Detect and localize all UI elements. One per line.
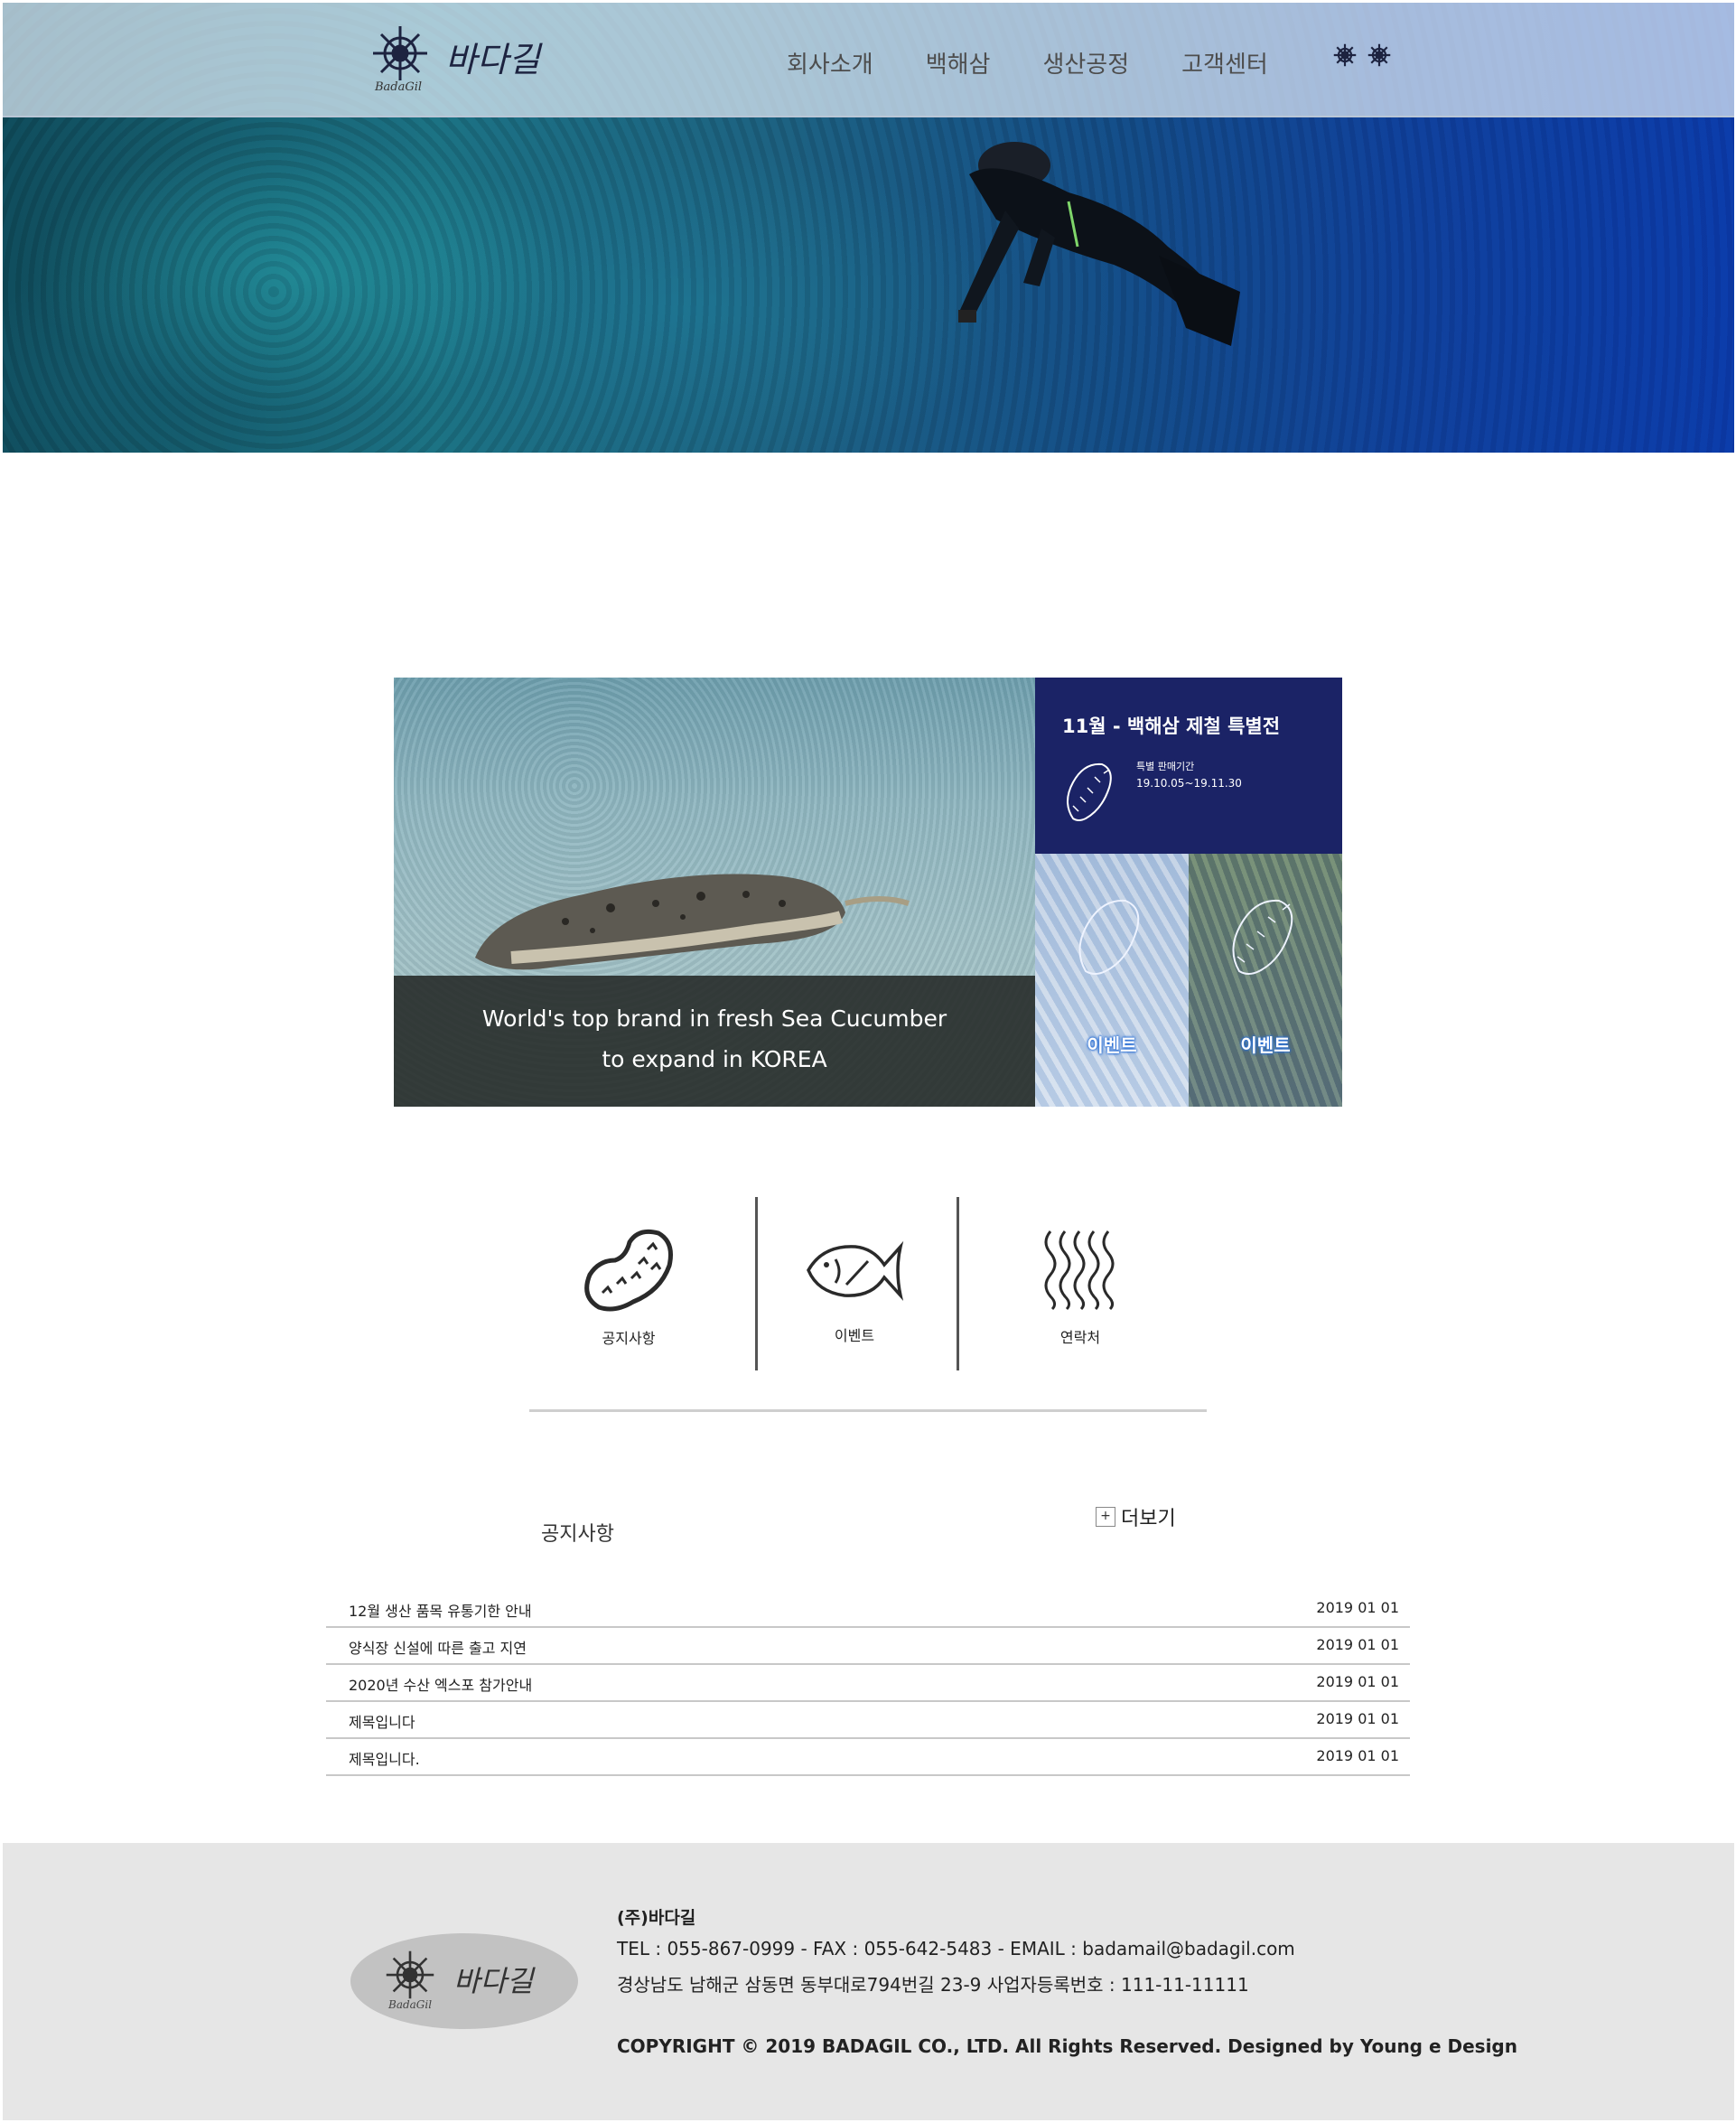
footer-logo-text: 바다길 (453, 1964, 534, 1998)
waves-icon (1044, 1230, 1115, 1311)
more-button[interactable]: + 더보기 (1096, 1502, 1176, 1531)
notice-date: 2019 01 01 (1316, 1599, 1399, 1616)
notice-title[interactable]: 2020년 수산 엑스포 참가안내 (349, 1673, 532, 1695)
ship-wheel-icon (373, 26, 427, 80)
quick-link-contact-label: 연락처 (1059, 1329, 1101, 1346)
plus-icon: + (1096, 1507, 1115, 1527)
footer-address: 경상남도 남해군 삼동면 동부대로794번길 23-9 사업자등록번호 : 11… (617, 1974, 1249, 1996)
more-label: 더보기 (1121, 1508, 1176, 1530)
promo-caption: World's top brand in fresh Sea Cucumber … (394, 976, 1035, 1107)
list-item[interactable]: 제목입니다. 2019 01 01 (326, 1739, 1410, 1776)
notice-list: 12월 생산 품목 유통기한 안내 2019 01 01 양식장 신설에 따른 … (326, 1591, 1410, 1776)
quick-links-underline (529, 1409, 1207, 1412)
sea-cucumber-photo (475, 874, 910, 970)
ship-wheel-icon (386, 1950, 434, 1999)
sea-cucumber-icon (1232, 899, 1293, 975)
special-sale-card[interactable]: 11월 - 백해삼 제철 특별전 특별 판매기간 19.10.05~19.11.… (1035, 678, 1342, 854)
notice-date: 2019 01 01 (1316, 1673, 1399, 1690)
quick-link-contact[interactable]: 연락처 (981, 1197, 1180, 1369)
quick-link-event[interactable]: 이벤트 (755, 1197, 954, 1369)
event-label-1: 이벤트 (1087, 1034, 1137, 1056)
list-item[interactable]: 2020년 수산 엑스포 참가안내 2019 01 01 (326, 1665, 1410, 1702)
quick-link-notice[interactable]: 공지사항 (529, 1197, 728, 1369)
promo-section: World's top brand in fresh Sea Cucumber … (394, 678, 1342, 1107)
special-sale-label: 특별 판매기간 (1136, 761, 1195, 772)
nav-customer-center[interactable]: 고객센터 (1181, 46, 1268, 79)
list-item[interactable]: 제목입니다 2019 01 01 (326, 1702, 1410, 1739)
quick-link-event-label: 이벤트 (834, 1327, 875, 1344)
notice-date: 2019 01 01 (1316, 1747, 1399, 1764)
nav-production[interactable]: 생산공정 (1042, 46, 1129, 79)
notice-date: 2019 01 01 (1316, 1636, 1399, 1653)
footer-company: (주)바다길 (617, 1908, 696, 1928)
divider (957, 1197, 959, 1370)
notice-section-title: 공지사항 (541, 1523, 614, 1546)
event-label-2: 이벤트 (1240, 1034, 1291, 1056)
notice-title[interactable]: 12월 생산 품목 유통기한 안내 (349, 1599, 532, 1621)
promo-caption-line1: World's top brand in fresh Sea Cucumber (481, 1005, 947, 1032)
sea-cucumber-icon (1067, 762, 1112, 821)
event-card-2[interactable]: 이벤트 (1189, 854, 1342, 1107)
main-nav: 회사소개 백해삼 생산공정 고객센터 (787, 46, 1321, 79)
special-sale-dates: 19.10.05~19.11.30 (1136, 777, 1242, 790)
notice-date: 2019 01 01 (1316, 1710, 1399, 1727)
notice-title[interactable]: 제목입니다 (349, 1710, 415, 1732)
nav-company[interactable]: 회사소개 (787, 46, 873, 79)
footer-logo-subtext: BadaGil (388, 1998, 433, 2011)
nav-sea-cucumber[interactable]: 백해삼 (926, 46, 991, 79)
footer-copyright: COPYRIGHT © 2019 BADAGIL CO., LTD. All R… (617, 2035, 1517, 2057)
site-logo[interactable]: 바다길 BadaGil (366, 19, 555, 100)
notice-title[interactable]: 양식장 신설에 따른 출고 지연 (349, 1636, 527, 1658)
sea-cucumber-icon (1078, 899, 1140, 975)
footer-contact: TEL : 055-867-0999 - FAX : 055-642-5483 … (617, 1938, 1295, 1959)
event-card-1[interactable]: 이벤트 (1035, 854, 1189, 1107)
special-sale-title: 11월 - 백해삼 제철 특별전 (1062, 715, 1281, 737)
logo-subtext: BadaGil (375, 80, 423, 94)
footer-logo[interactable]: 바다길 BadaGil (350, 1933, 578, 2029)
site-footer: 바다길 BadaGil (주)바다길 TEL : 055-867-0999 - … (3, 1843, 1734, 2120)
sea-cucumber-icon (584, 1229, 673, 1312)
promo-caption-line2: to expand in KOREA (602, 1046, 827, 1072)
promo-main-banner[interactable]: World's top brand in fresh Sea Cucumber … (394, 678, 1035, 1107)
diver-image (958, 142, 1240, 346)
quick-link-notice-label: 공지사항 (602, 1330, 656, 1347)
quick-links: 공지사항 이벤트 연락처 (529, 1197, 1207, 1414)
site-header: 바다길 BadaGil 회사소개 백해삼 생산공정 고객센터 (3, 3, 1734, 117)
logo-text: 바다길 (445, 40, 540, 79)
ship-wheel-icon[interactable] (1367, 42, 1392, 68)
list-item[interactable]: 양식장 신설에 따른 출고 지연 2019 01 01 (326, 1628, 1410, 1665)
fish-icon (807, 1240, 904, 1302)
notice-title[interactable]: 제목입니다. (349, 1747, 420, 1769)
ship-wheel-icon[interactable] (1332, 42, 1358, 68)
list-item[interactable]: 12월 생산 품목 유통기한 안내 2019 01 01 (326, 1591, 1410, 1628)
language-icons (1332, 42, 1392, 68)
